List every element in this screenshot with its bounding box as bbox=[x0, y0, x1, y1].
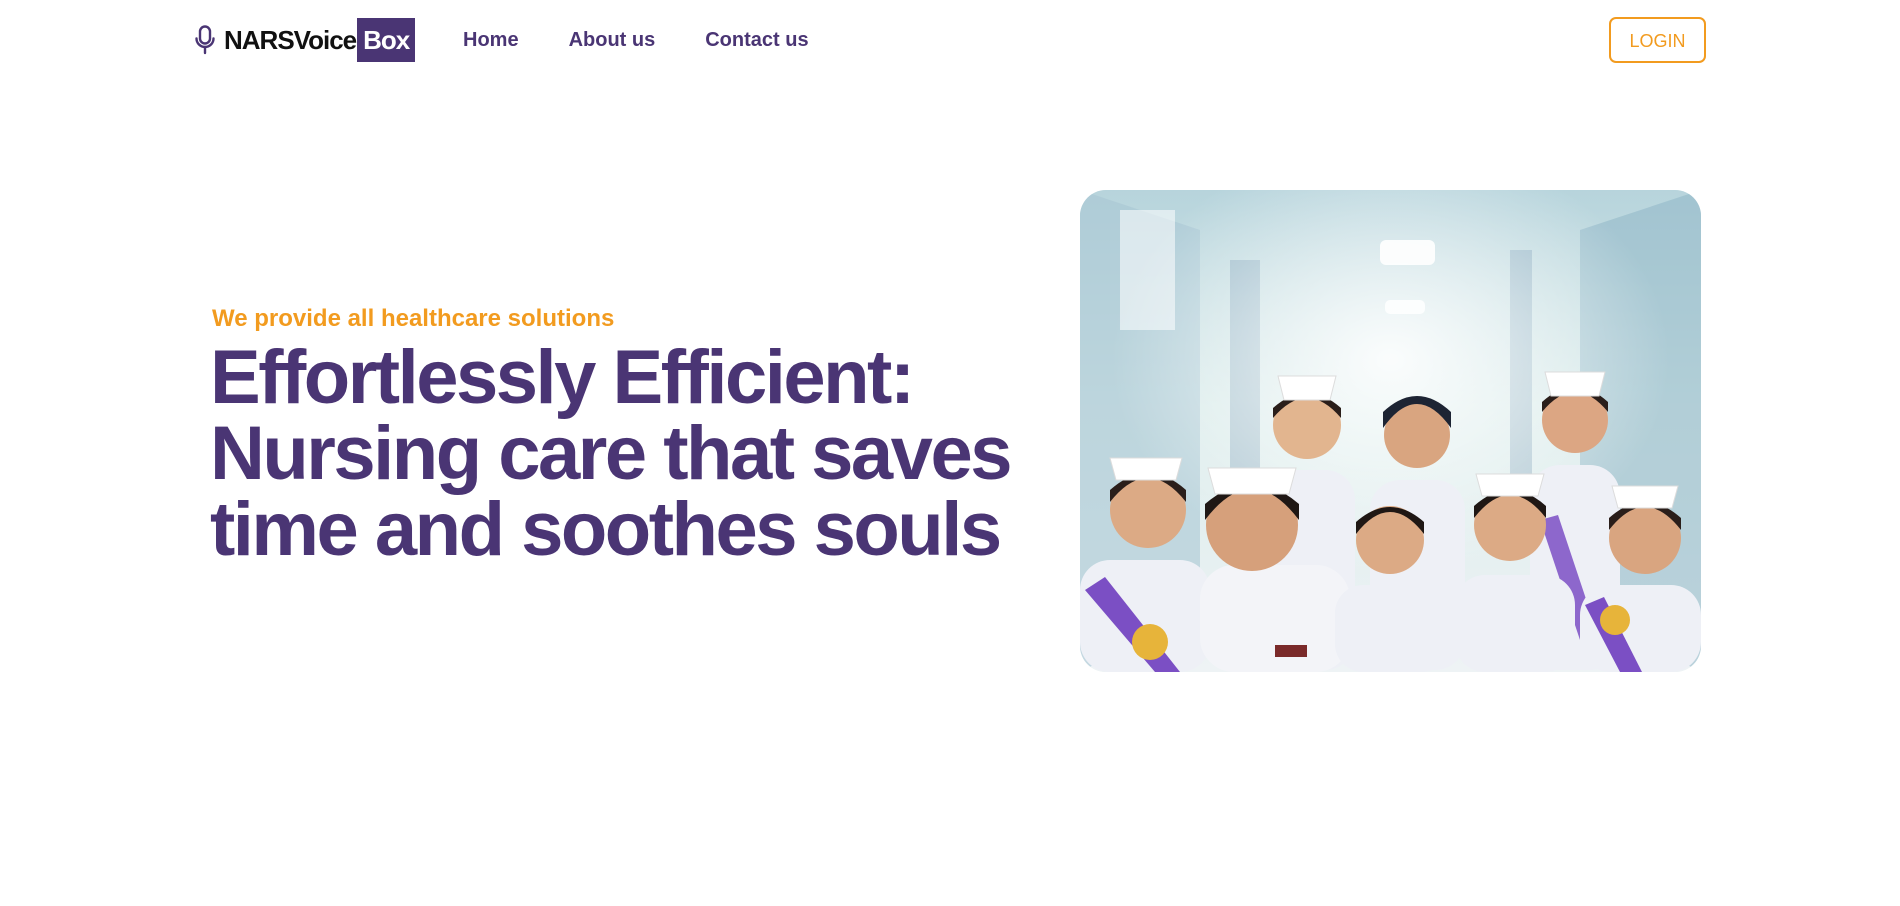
hero-nurses-image bbox=[1080, 190, 1701, 672]
login-button[interactable]: LOGIN bbox=[1609, 17, 1706, 63]
site-header: NARSVoice Box Home About us Contact us L… bbox=[0, 0, 1900, 82]
hero-title-line: time and soothes souls bbox=[210, 487, 1002, 572]
hero-title-line: Nursing care that saves bbox=[210, 411, 1013, 496]
nav-contact-link[interactable]: Contact us bbox=[705, 26, 808, 54]
logo-brand-box: Box bbox=[357, 18, 416, 62]
nav-home-link[interactable]: Home bbox=[463, 26, 519, 54]
logo[interactable]: NARSVoice Box bbox=[194, 18, 416, 62]
nav-about-link[interactable]: About us bbox=[569, 26, 656, 54]
main-nav: Home About us Contact us bbox=[463, 26, 809, 54]
microphone-icon bbox=[194, 24, 218, 56]
logo-brand-main: NARSVoice bbox=[224, 25, 357, 55]
hero-tagline: We provide all healthcare solutions bbox=[212, 305, 615, 332]
hero-title-line: Effortlessly Efficient: bbox=[210, 335, 915, 420]
hero-title: Effortlessly Efficient: Nursing care tha… bbox=[210, 340, 1050, 568]
